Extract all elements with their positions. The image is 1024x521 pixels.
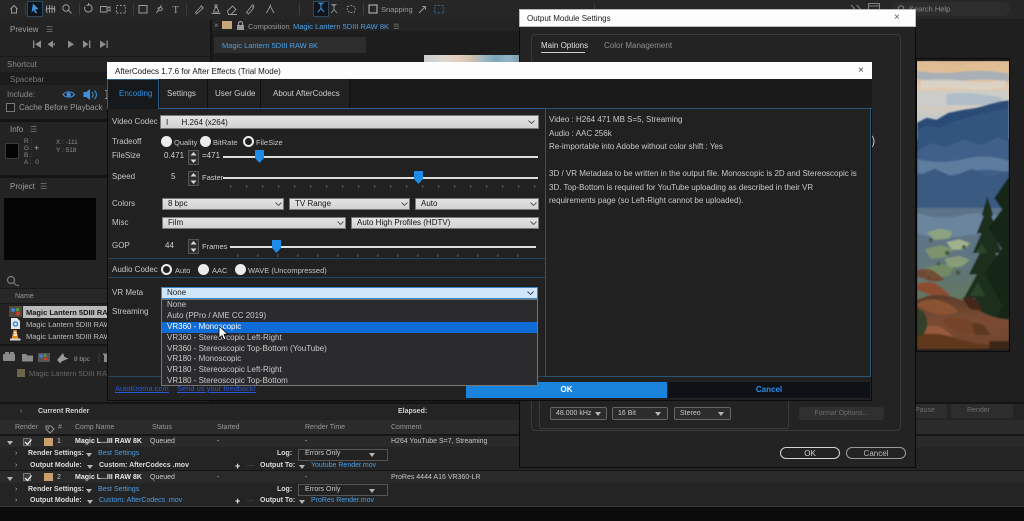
- svg-text:T: T: [173, 5, 180, 16]
- svg-text:8 bpc: 8 bpc: [74, 356, 91, 363]
- svg-text:Snapping: Snapping: [381, 5, 413, 14]
